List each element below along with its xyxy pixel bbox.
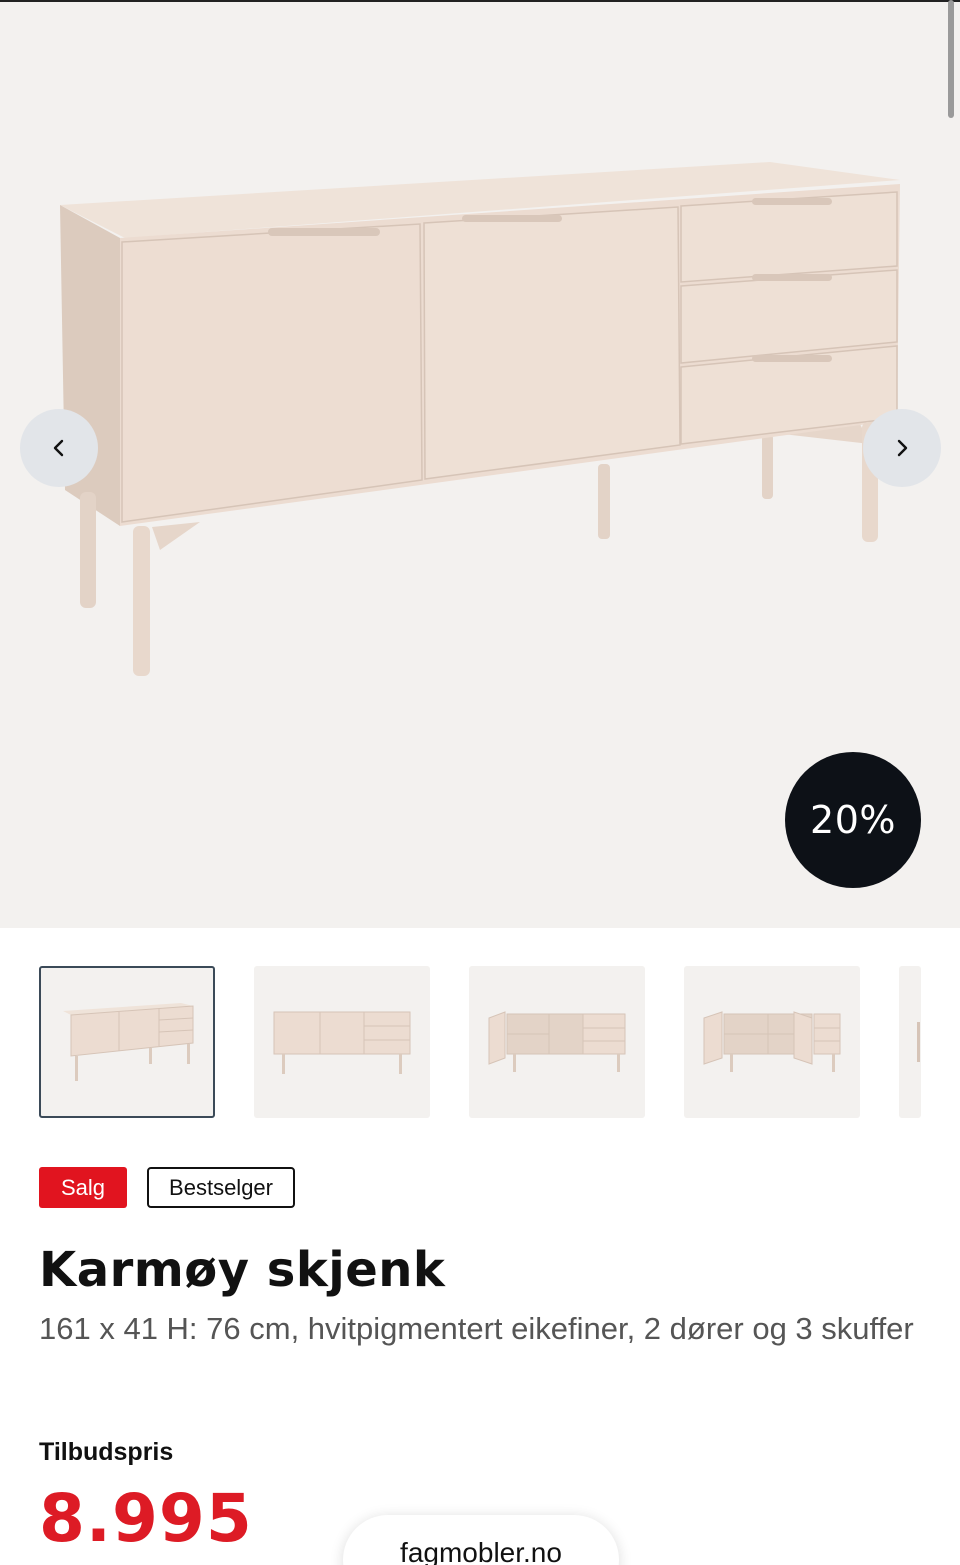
product-description: 161 x 41 H: 76 cm, hvitpigmentert eikefi… bbox=[39, 1311, 914, 1346]
bestseller-tag: Bestselger bbox=[147, 1167, 295, 1208]
sideboard-thumbnail-front-angle bbox=[63, 1003, 194, 1081]
product-price: 8.995 bbox=[39, 1480, 253, 1557]
thumbnail-1[interactable] bbox=[39, 966, 215, 1118]
thumbnail-3[interactable] bbox=[469, 966, 645, 1118]
thumbnail-2[interactable] bbox=[254, 966, 430, 1118]
sideboard-thumbnail-open-shelves bbox=[703, 1011, 841, 1072]
thumbnail-5-partial[interactable] bbox=[899, 966, 921, 1118]
price-label: Tilbudspris bbox=[39, 1438, 174, 1466]
previous-image-button[interactable] bbox=[20, 409, 98, 487]
scrollbar[interactable] bbox=[948, 0, 954, 118]
browser-url-bar[interactable]: fagmobler.no bbox=[343, 1515, 619, 1565]
sideboard-thumbnail-partial bbox=[917, 1022, 920, 1062]
product-tags: Salg Bestselger bbox=[39, 1167, 295, 1208]
chevron-left-icon bbox=[53, 439, 64, 457]
sideboard-thumbnail-open-doors bbox=[488, 1011, 626, 1072]
thumbnail-strip[interactable] bbox=[0, 966, 960, 1120]
product-image-gallery[interactable]: 20% bbox=[0, 2, 960, 928]
url-text: fagmobler.no bbox=[400, 1537, 562, 1565]
product-title: Karmøy skjenk bbox=[39, 1242, 446, 1298]
discount-badge: 20% bbox=[785, 752, 921, 888]
thumbnail-4[interactable] bbox=[684, 966, 860, 1118]
sale-tag: Salg bbox=[39, 1167, 128, 1208]
next-image-button[interactable] bbox=[863, 409, 941, 487]
chevron-right-icon bbox=[897, 439, 908, 457]
sideboard-thumbnail-front bbox=[273, 1011, 411, 1074]
